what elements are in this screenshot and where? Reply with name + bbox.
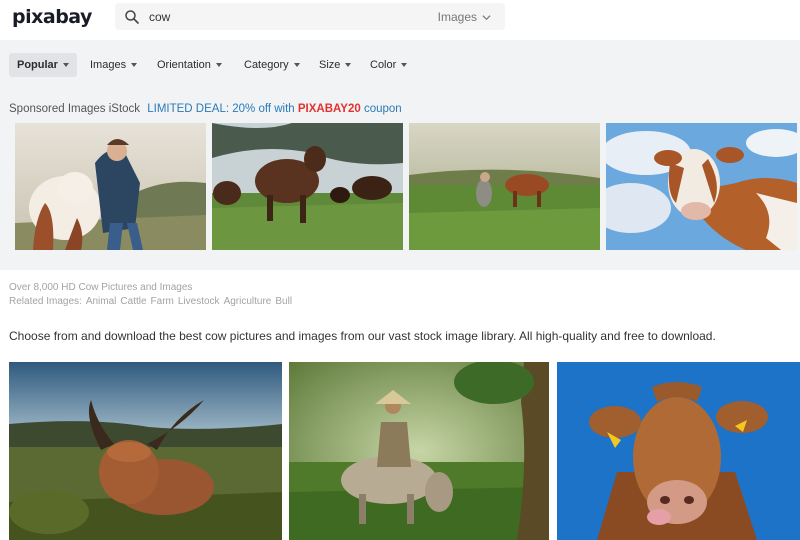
search-icon[interactable] [124,9,140,25]
result-image[interactable] [9,362,282,540]
deal-text: LIMITED DEAL: 20% off with [147,103,295,115]
sponsored-section: Sponsored Images iStock LIMITED DEAL: 20… [0,92,800,270]
related-label: Related Images: [9,296,82,307]
sponsored-image[interactable] [15,123,206,250]
filter-label: Images [90,59,127,71]
sponsored-image[interactable] [409,123,600,250]
filter-label: Category [244,59,289,71]
filter-label: Color [370,59,397,71]
caret-down-icon [345,63,352,67]
filter-popular[interactable]: Popular [9,53,77,77]
sponsored-image[interactable] [606,123,797,250]
filter-category[interactable]: Category [236,53,308,77]
caret-down-icon [215,63,222,67]
filter-label: Popular [17,59,58,71]
deal-link[interactable]: LIMITED DEAL: 20% off with PIXABAY20 cou… [147,103,401,115]
filter-color[interactable]: Color [362,53,415,77]
coupon-code: PIXABAY20 [297,103,361,115]
caret-down-icon [293,63,300,67]
search-type-label: Images [437,10,477,24]
related-images: Related Images: Animal Cattle Farm Lives… [9,296,292,307]
filter-size[interactable]: Size [311,53,359,77]
caret-down-icon [401,63,408,67]
pixabay-logo[interactable]: pixabay [12,6,92,28]
filter-images[interactable]: Images [82,53,145,77]
caret-down-icon [131,63,138,67]
related-link[interactable]: Livestock [178,296,220,307]
filter-orientation[interactable]: Orientation [149,53,230,77]
search-bar[interactable]: Images [115,3,505,30]
search-type-dropdown[interactable]: Images [438,10,491,24]
result-image[interactable] [289,362,549,540]
header: pixabay Images [0,0,800,40]
filter-label: Orientation [157,59,211,71]
related-link[interactable]: Cattle [120,296,146,307]
sponsored-label: Sponsored Images iStock [9,103,141,115]
related-link[interactable]: Bull [275,296,292,307]
search-input[interactable] [149,7,409,26]
result-image[interactable] [557,362,800,540]
filter-label: Size [319,59,341,71]
page-description: Choose from and download the best cow pi… [9,329,716,343]
sponsored-image[interactable] [212,123,403,250]
related-link[interactable]: Agriculture [224,296,272,307]
coupon-suffix: coupon [363,103,402,115]
filter-bar: Popular Images Orientation Category Size… [0,40,800,92]
chevron-down-icon [482,14,491,20]
related-link[interactable]: Animal [86,296,117,307]
caret-down-icon [62,63,69,67]
results-count: Over 8,000 HD Cow Pictures and Images [9,282,193,293]
sponsored-banner: Sponsored Images iStock LIMITED DEAL: 20… [9,103,402,115]
related-link[interactable]: Farm [151,296,174,307]
